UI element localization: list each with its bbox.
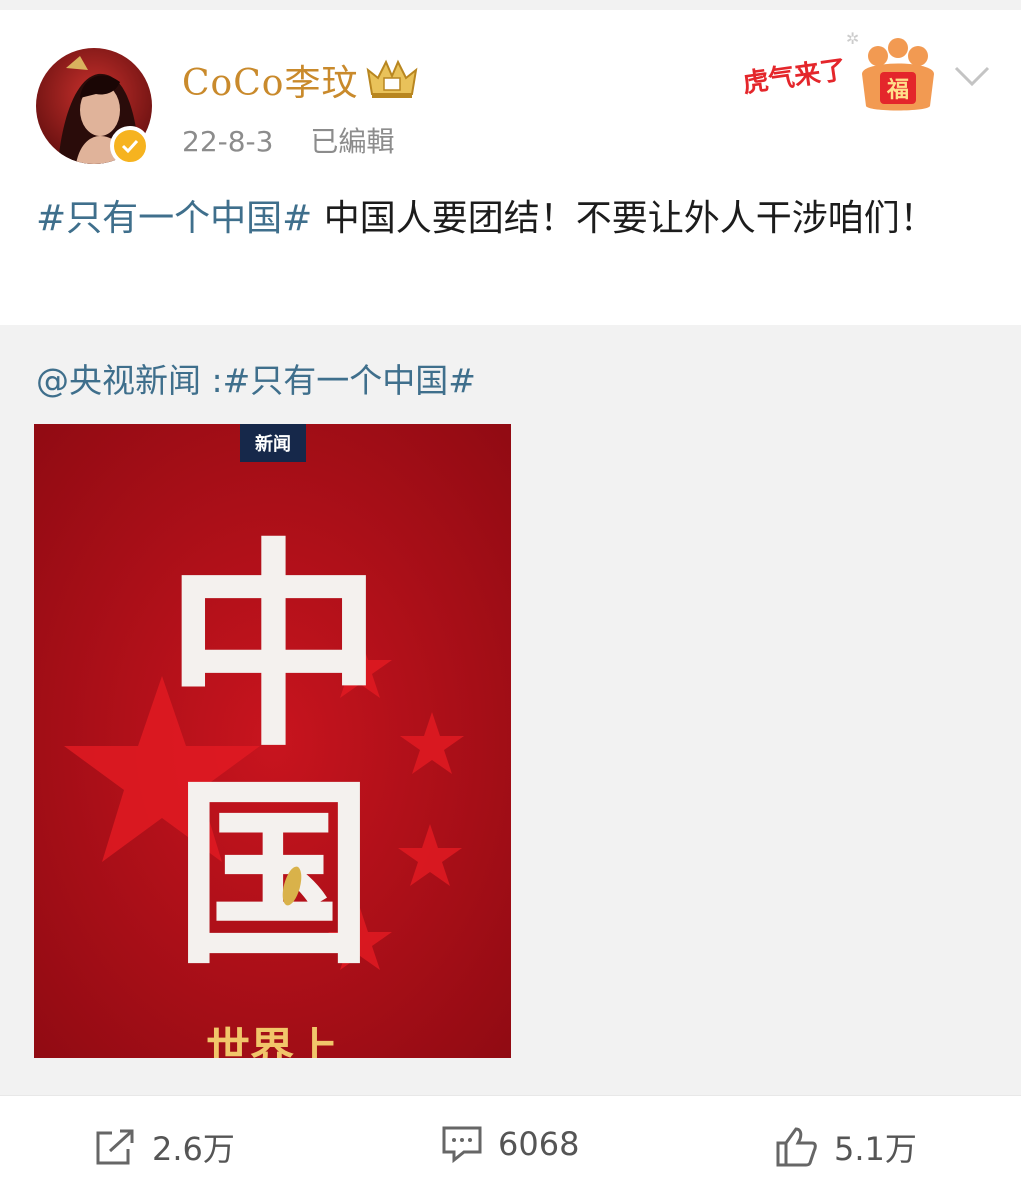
repost-source: @央视新闻 :#只有一个中国# (36, 354, 476, 402)
tiger-text: 虎气来了 (741, 54, 848, 99)
repost-separator: : (201, 361, 223, 400)
verified-badge-icon (110, 126, 150, 166)
post-meta: 22-8-3 已編輯 (182, 120, 394, 160)
svg-text:✲: ✲ (846, 29, 859, 48)
repost-image[interactable]: 新闻 中 国 世界上 (34, 424, 511, 1058)
chevron-down-icon[interactable] (952, 62, 992, 90)
vip-crown-icon (364, 56, 420, 100)
poster-char-guo: 国 (174, 757, 374, 992)
comment-icon (442, 1126, 482, 1164)
username[interactable]: CoCo李玟 (182, 54, 358, 106)
repost-hashtag[interactable]: #只有一个中国# (223, 361, 476, 400)
like-count: 5.1万 (834, 1130, 917, 1168)
share-button[interactable]: 2.6万 (94, 1124, 235, 1170)
post-text: #只有一个中国# 中国人要团结！不要让外人干涉咱们！ (36, 188, 976, 250)
tiger-year-badge-icon[interactable]: 虎气来了 福 ✲ (738, 24, 938, 116)
like-button[interactable]: 5.1万 (774, 1124, 917, 1170)
news-logo-text: 新闻 (255, 433, 291, 455)
weibo-post-screen: CoCo李玟 22-8-3 已編輯 虎气来了 福 ✲ #只有一个中国# 中国人要… (0, 0, 1021, 1200)
comment-count: 6068 (498, 1125, 580, 1163)
thumbs-up-icon (776, 1127, 817, 1167)
share-count: 2.6万 (152, 1130, 235, 1168)
share-icon (96, 1129, 134, 1165)
post-body: 中国人要团结！不要让外人干涉咱们！ (312, 198, 936, 239)
fu-text: 福 (886, 78, 909, 103)
post-hashtag[interactable]: #只有一个中国# (36, 198, 312, 239)
poster-char-zhong: 中 (164, 517, 384, 776)
post-date: 22-8-3 (182, 125, 274, 158)
comment-button[interactable]: 6068 (440, 1124, 579, 1164)
edited-label: 已編輯 (310, 125, 395, 158)
repost-author[interactable]: @央视新闻 (36, 361, 201, 400)
poster-bottom-text: 世界上 (206, 1024, 338, 1058)
